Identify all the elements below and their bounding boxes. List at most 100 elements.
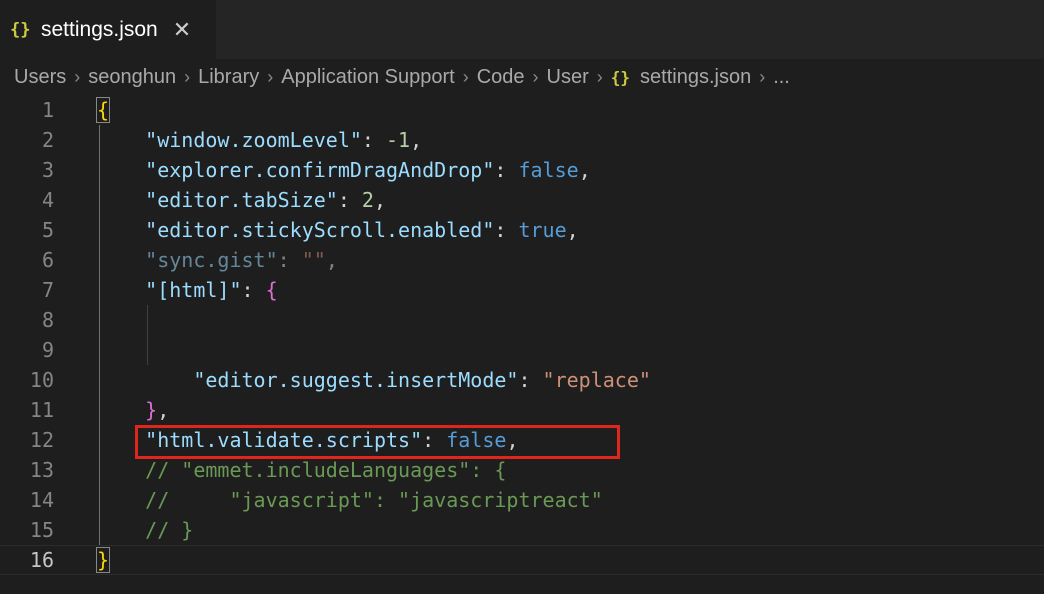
line-number: 14: [29, 488, 54, 512]
code-line[interactable]: 1{: [0, 95, 1044, 125]
code-text: "editor.stickyScroll.enabled": true,: [97, 215, 579, 245]
close-icon[interactable]: ✕: [173, 17, 191, 43]
breadcrumb-item-seonghun[interactable]: seonghun: [88, 66, 176, 89]
chevron-right-icon: ›: [267, 66, 274, 87]
code-token: {: [95, 97, 111, 123]
chevron-right-icon: ›: [462, 66, 469, 87]
tab-label[interactable]: settings.json: [41, 18, 158, 42]
breadcrumb-item-library[interactable]: Library: [198, 66, 259, 89]
code-editor[interactable]: 1{2 "window.zoomLevel": -1, 3 "explorer.c…: [0, 95, 1044, 594]
code-token: :: [277, 248, 302, 272]
code-text: "explorer.confirmDragAndDrop": false,: [97, 155, 591, 185]
code-line[interactable]: 6 "sync.gist": "",: [0, 245, 1044, 275]
code-token: ,: [578, 158, 591, 182]
code-line[interactable]: 4 "editor.tabSize": 2,: [0, 185, 1044, 215]
code-line[interactable]: 9: [0, 335, 1044, 365]
code-line[interactable]: 11 },: [0, 395, 1044, 425]
code-token: {: [265, 278, 278, 302]
json-braces-icon: {}: [10, 19, 31, 40]
code-token: "window.zoomLevel": [145, 128, 362, 152]
code-token: ,: [325, 248, 338, 272]
line-number: 5: [41, 218, 54, 242]
line-number: 15: [29, 518, 54, 542]
code-text: {: [95, 95, 111, 125]
code-token: :: [518, 368, 543, 392]
code-token: false: [518, 158, 579, 182]
code-line[interactable]: 14 // "javascript": "javascriptreact": [0, 485, 1044, 515]
code-token: "sync.gist": [145, 248, 278, 272]
line-number: 9: [41, 338, 54, 362]
chevron-right-icon: ›: [74, 66, 81, 87]
code-line[interactable]: 13 // "emmet.includeLanguages": {: [0, 455, 1044, 485]
code-line[interactable]: 15 // }: [0, 515, 1044, 545]
line-number: 12: [29, 428, 54, 452]
json-braces-icon: {}: [610, 67, 631, 87]
code-line[interactable]: 16}: [0, 545, 1044, 575]
code-token: // "emmet.includeLanguages": {: [145, 458, 507, 482]
code-token: // "javascript": "javascriptreact": [145, 488, 603, 512]
code-token: "": [301, 248, 326, 272]
breadcrumb-symbols-ellipsis[interactable]: ...: [773, 66, 790, 89]
code-token: true: [518, 218, 567, 242]
line-number: 8: [41, 308, 54, 332]
line-number: 7: [41, 278, 54, 302]
code-token: ,: [566, 218, 579, 242]
line-number: 13: [29, 458, 54, 482]
code-token: :: [494, 218, 519, 242]
chevron-right-icon: ›: [596, 66, 603, 87]
code-line[interactable]: 7 "[html]": {: [0, 275, 1044, 305]
code-token: :: [494, 158, 519, 182]
code-token: :: [337, 188, 362, 212]
code-text: "editor.suggest.insertMode": "replace": [97, 365, 651, 395]
chevron-right-icon: ›: [759, 66, 766, 87]
code-token: ,: [410, 128, 423, 152]
breadcrumb-item-user[interactable]: User: [547, 66, 589, 89]
code-line[interactable]: 8: [0, 305, 1044, 335]
code-token: ,: [157, 398, 170, 422]
line-number: 3: [41, 158, 54, 182]
line-number: 6: [41, 248, 54, 272]
code-token: }: [145, 398, 158, 422]
line-number: 1: [41, 98, 54, 122]
chevron-right-icon: ›: [532, 66, 539, 87]
code-token: "explorer.confirmDragAndDrop": [145, 158, 495, 182]
code-token: -1: [386, 128, 411, 152]
code-text: },: [97, 395, 169, 425]
code-token: 2: [361, 188, 374, 212]
code-token: }: [95, 547, 111, 573]
breadcrumb-item-users[interactable]: Users: [14, 66, 66, 89]
code-text: "editor.tabSize": 2,: [97, 185, 386, 215]
code-line[interactable]: 10 "editor.suggest.insertMode": "replace…: [0, 365, 1044, 395]
code-text: }: [95, 546, 111, 574]
breadcrumb-item-settings-json[interactable]: settings.json: [640, 66, 751, 89]
line-number: 16: [29, 548, 54, 572]
breadcrumb-item-code[interactable]: Code: [477, 66, 525, 89]
code-line[interactable]: 3 "explorer.confirmDragAndDrop": false,: [0, 155, 1044, 185]
code-text: "sync.gist": "",: [97, 245, 338, 275]
code-text: "window.zoomLevel": -1,: [97, 125, 422, 155]
highlight-annotation-box: [135, 425, 620, 459]
code-line[interactable]: 5 "editor.stickyScroll.enabled": true,: [0, 215, 1044, 245]
tab-settings-json[interactable]: {} settings.json ✕: [0, 0, 216, 59]
code-text: "[html]": {: [97, 275, 278, 305]
code-token: :: [361, 128, 387, 152]
breadcrumb: Users › seonghun › Library › Application…: [0, 59, 1044, 95]
code-token: // }: [145, 518, 194, 542]
code-token: "editor.stickyScroll.enabled": [145, 218, 495, 242]
code-line[interactable]: 2 "window.zoomLevel": -1,: [0, 125, 1044, 155]
code-token: ,: [373, 188, 387, 212]
code-token: "[html]": [145, 278, 242, 302]
code-text: // "javascript": "javascriptreact": [97, 485, 603, 515]
breadcrumb-item-application-support[interactable]: Application Support: [281, 66, 454, 89]
chevron-right-icon: ›: [184, 66, 191, 87]
line-number: 10: [29, 368, 54, 392]
